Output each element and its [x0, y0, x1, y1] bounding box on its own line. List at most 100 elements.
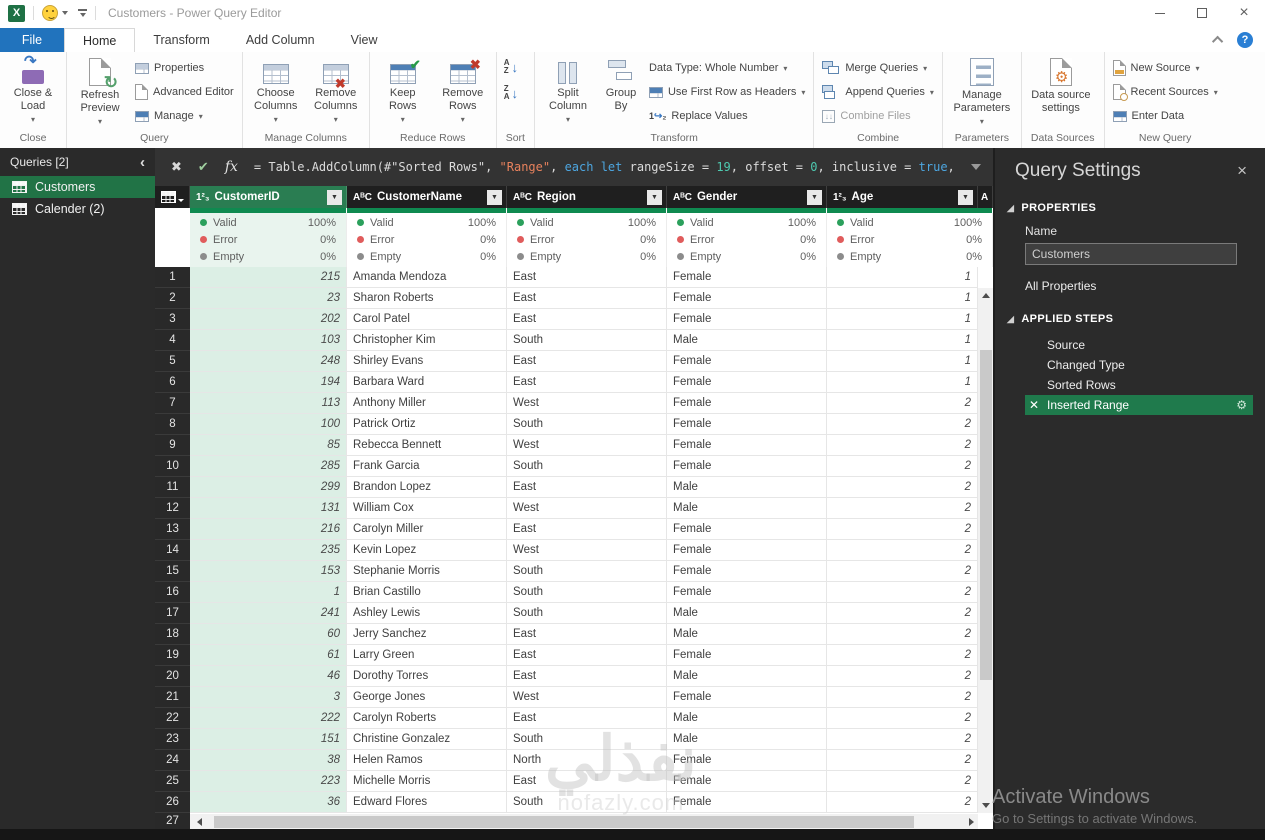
table-cell[interactable]: Male	[667, 330, 827, 351]
table-cell[interactable]: 1	[827, 309, 978, 330]
table-cell[interactable]: 103	[190, 330, 347, 351]
table-cell[interactable]: Female	[667, 414, 827, 435]
tab-home[interactable]: Home	[64, 28, 136, 52]
table-cell[interactable]: Jerry Sanchez	[347, 624, 507, 645]
sort-ascending-button[interactable]: A Z ↓	[500, 54, 522, 80]
table-cell[interactable]: Michelle Morris	[347, 771, 507, 792]
help-icon[interactable]: ?	[1237, 32, 1253, 48]
table-cell[interactable]: Female	[667, 456, 827, 477]
table-cell[interactable]: South	[507, 792, 667, 813]
table-cell[interactable]: Sharon Roberts	[347, 288, 507, 309]
row-number[interactable]: 9	[155, 435, 190, 456]
table-cell[interactable]: 2	[827, 456, 978, 477]
row-number[interactable]: 4	[155, 330, 190, 351]
table-cell[interactable]: 2	[827, 393, 978, 414]
table-cell[interactable]: Female	[667, 267, 827, 288]
table-cell[interactable]: 2	[827, 519, 978, 540]
table-cell[interactable]: South	[507, 582, 667, 603]
properties-button[interactable]: Properties	[130, 56, 239, 80]
formula-expand-icon[interactable]	[971, 164, 981, 170]
table-cell[interactable]: South	[507, 561, 667, 582]
table-cell[interactable]: 3	[190, 687, 347, 708]
quick-access-customize-icon[interactable]	[78, 9, 87, 17]
applied-step-changed-type[interactable]: Changed Type	[1025, 355, 1253, 375]
row-number[interactable]: 26	[155, 792, 190, 813]
table-cell[interactable]: West	[507, 687, 667, 708]
table-cell[interactable]: Female	[667, 372, 827, 393]
table-cell[interactable]: Larry Green	[347, 645, 507, 666]
table-cell[interactable]: 2	[827, 708, 978, 729]
table-cell[interactable]: 216	[190, 519, 347, 540]
table-cell[interactable]: 61	[190, 645, 347, 666]
row-number[interactable]: 16	[155, 582, 190, 603]
query-item-calender-2[interactable]: Calender (2)	[0, 198, 155, 220]
table-cell[interactable]: Male	[667, 498, 827, 519]
row-number[interactable]: 11	[155, 477, 190, 498]
refresh-preview-button[interactable]: ↻ Refresh Preview	[70, 54, 130, 128]
table-cell[interactable]: Christine Gonzalez	[347, 729, 507, 750]
table-cell[interactable]: 60	[190, 624, 347, 645]
table-cell[interactable]: West	[507, 498, 667, 519]
table-cell[interactable]: 223	[190, 771, 347, 792]
table-cell[interactable]: 235	[190, 540, 347, 561]
smiley-feedback-icon[interactable]	[42, 5, 58, 21]
table-cell[interactable]: 202	[190, 309, 347, 330]
table-cell[interactable]: Carol Patel	[347, 309, 507, 330]
table-cell[interactable]: East	[507, 372, 667, 393]
table-cell[interactable]: Female	[667, 792, 827, 813]
commit-formula-icon[interactable]: ✔	[198, 159, 209, 175]
table-cell[interactable]: 2	[827, 582, 978, 603]
table-cell[interactable]: Male	[667, 666, 827, 687]
table-cell[interactable]: Ashley Lewis	[347, 603, 507, 624]
row-number[interactable]: 15	[155, 561, 190, 582]
table-cell[interactable]: Anthony Miller	[347, 393, 507, 414]
table-cell[interactable]: Brian Castillo	[347, 582, 507, 603]
table-cell[interactable]: Female	[667, 393, 827, 414]
row-number[interactable]: 21	[155, 687, 190, 708]
table-cell[interactable]: 2	[827, 729, 978, 750]
table-cell[interactable]: East	[507, 267, 667, 288]
table-cell[interactable]: Barbara Ward	[347, 372, 507, 393]
table-cell[interactable]: Male	[667, 729, 827, 750]
table-cell[interactable]: Female	[667, 288, 827, 309]
row-number[interactable]: 12	[155, 498, 190, 519]
scroll-right-icon[interactable]	[960, 814, 978, 829]
filter-dropdown-icon[interactable]	[958, 189, 973, 205]
row-number[interactable]: 8	[155, 414, 190, 435]
table-cell[interactable]: Stephanie Morris	[347, 561, 507, 582]
append-queries-button[interactable]: Append Queries	[817, 80, 939, 104]
table-cell[interactable]: 2	[827, 771, 978, 792]
table-cell[interactable]: West	[507, 435, 667, 456]
collapse-applied-steps-icon[interactable]: ◢	[1007, 314, 1014, 325]
table-cell[interactable]: 2	[827, 435, 978, 456]
table-cell[interactable]: 1	[190, 582, 347, 603]
row-number[interactable]: 18	[155, 624, 190, 645]
row-number[interactable]: 5	[155, 351, 190, 372]
row-number[interactable]: 20	[155, 666, 190, 687]
table-cell[interactable]: East	[507, 666, 667, 687]
select-all-corner-button[interactable]	[155, 186, 190, 208]
merge-queries-button[interactable]: Merge Queries	[817, 56, 939, 80]
table-cell[interactable]: 248	[190, 351, 347, 372]
group-by-button[interactable]: Group By	[598, 54, 644, 113]
collapse-ribbon-icon[interactable]	[1211, 35, 1224, 48]
filter-dropdown-icon[interactable]	[487, 189, 502, 205]
table-cell[interactable]: Female	[667, 540, 827, 561]
manage-parameters-button[interactable]: Manage Parameters	[946, 54, 1018, 128]
table-cell[interactable]: West	[507, 540, 667, 561]
table-cell[interactable]: South	[507, 330, 667, 351]
table-cell[interactable]: 194	[190, 372, 347, 393]
filter-dropdown-icon[interactable]	[647, 189, 662, 205]
table-cell[interactable]: 23	[190, 288, 347, 309]
recent-sources-button[interactable]: Recent Sources	[1108, 80, 1223, 104]
tab-transform[interactable]: Transform	[135, 28, 228, 52]
table-cell[interactable]: Female	[667, 309, 827, 330]
filter-dropdown-icon[interactable]	[807, 189, 822, 205]
row-number[interactable]: 6	[155, 372, 190, 393]
query-item-customers[interactable]: Customers	[0, 176, 155, 198]
table-cell[interactable]: Male	[667, 624, 827, 645]
data-type-button[interactable]: Data Type: Whole Number	[644, 56, 810, 80]
table-cell[interactable]: 2	[827, 603, 978, 624]
remove-rows-button[interactable]: ✖ Remove Rows	[433, 54, 493, 126]
scroll-down-icon[interactable]	[978, 798, 993, 813]
